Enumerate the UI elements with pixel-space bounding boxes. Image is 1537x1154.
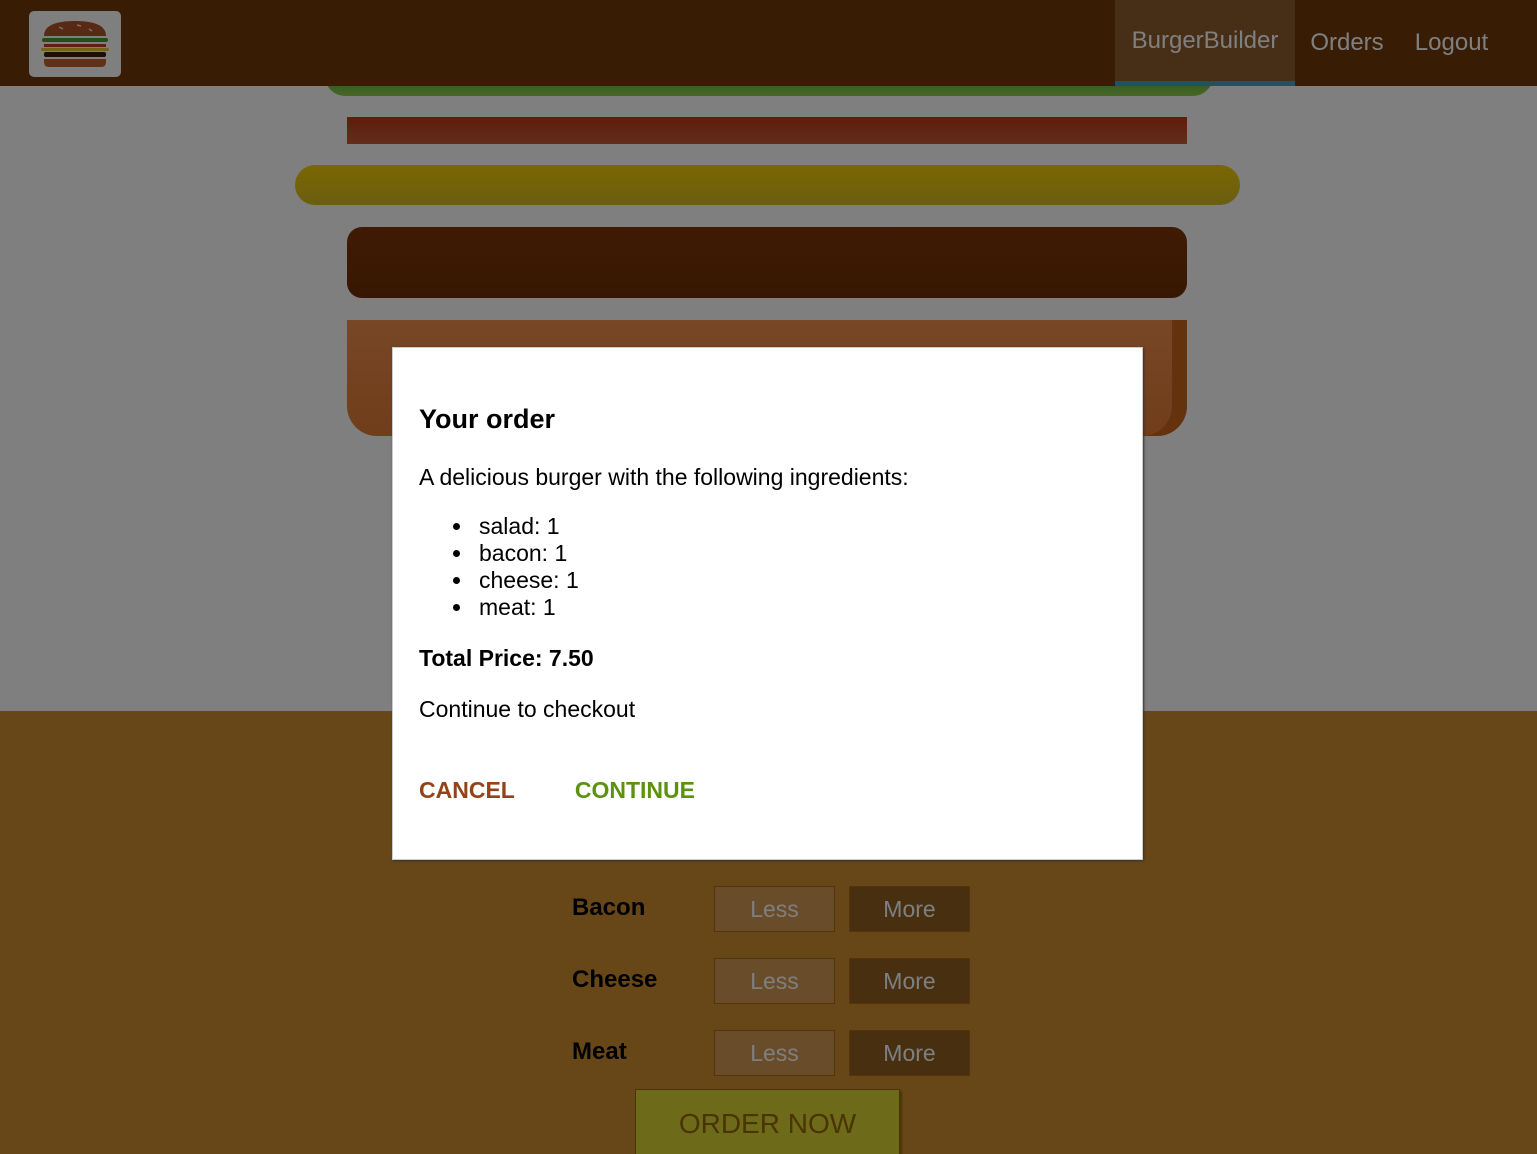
- list-item: salad: 1: [453, 513, 1116, 540]
- list-item: cheese: 1: [453, 567, 1116, 594]
- continue-button[interactable]: CONTINUE: [575, 777, 695, 804]
- ingredient-text: cheese: 1: [479, 567, 579, 593]
- list-item: bacon: 1: [453, 540, 1116, 567]
- modal-actions: CANCEL CONTINUE: [419, 777, 1116, 804]
- ingredient-text: salad: 1: [479, 513, 560, 539]
- modal-title: Your order: [419, 404, 556, 434]
- cancel-button[interactable]: CANCEL: [419, 777, 515, 804]
- bullet-icon: [453, 604, 460, 611]
- ingredient-text: meat: 1: [479, 594, 556, 620]
- ingredient-list: salad: 1 bacon: 1 cheese: 1 meat: 1: [453, 513, 1116, 621]
- modal-description: A delicious burger with the following in…: [419, 464, 909, 490]
- order-summary-modal: Your order A delicious burger with the f…: [392, 347, 1143, 860]
- bullet-icon: [453, 523, 460, 530]
- list-item: meat: 1: [453, 594, 1116, 621]
- bullet-icon: [453, 550, 460, 557]
- ingredient-text: bacon: 1: [479, 540, 568, 566]
- bullet-icon: [453, 577, 460, 584]
- checkout-prompt: Continue to checkout: [419, 696, 636, 722]
- total-price: Total Price: 7.50: [419, 645, 594, 671]
